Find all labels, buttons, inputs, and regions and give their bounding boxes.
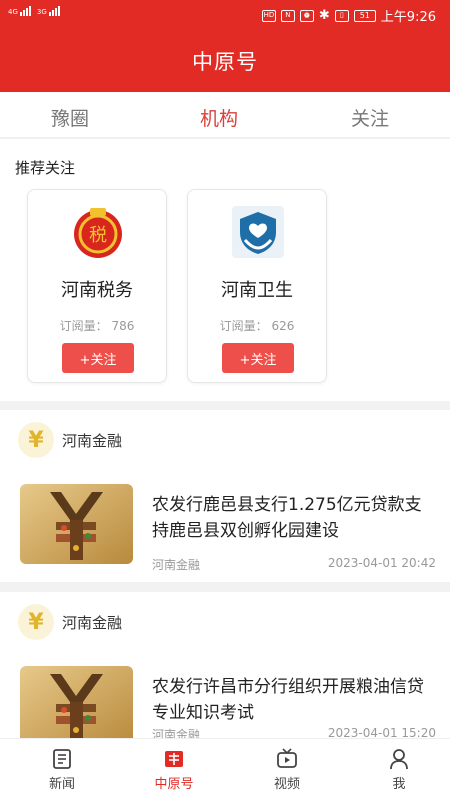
follow-button[interactable]: +关注 bbox=[222, 343, 294, 373]
subscriber-count: 订阅量： 786 bbox=[59, 319, 135, 333]
nav-label: 新闻 bbox=[48, 777, 75, 792]
signal-icon-1: 4G bbox=[8, 6, 31, 16]
news-thumbnail bbox=[20, 484, 133, 564]
status-icons: HD N ⏰ ✱ ▯ 51 上午9:26 bbox=[261, 6, 436, 25]
news-source-row[interactable]: ¥ 河南金融 bbox=[18, 604, 122, 640]
tv-icon bbox=[277, 748, 297, 768]
clock: 上午9:26 bbox=[380, 10, 436, 25]
source-avatar: ¥ bbox=[18, 422, 54, 458]
nav-label: 中原号 bbox=[154, 777, 194, 792]
news-meta-source: 河南金融 bbox=[152, 728, 201, 738]
news-headline[interactable]: 农发行许昌市分行组织开展粮油信贷专业知识考试 bbox=[152, 674, 437, 726]
news-icon bbox=[53, 749, 71, 769]
nav-label: 我 bbox=[392, 777, 406, 792]
nav-zhongyuanhao[interactable]: 中原号 bbox=[139, 747, 209, 792]
health-shield-icon bbox=[230, 204, 286, 260]
tab-jigou[interactable]: 机构 bbox=[200, 104, 238, 131]
recommend-section: 推荐关注 税 河南税务 订阅量： 786 +关注 河南卫生 订阅量： 626 +… bbox=[0, 139, 450, 401]
news-timestamp: 2023-04-01 20:42 bbox=[327, 556, 436, 570]
section-title: 推荐关注 bbox=[15, 159, 76, 177]
nfc-icon: N bbox=[280, 9, 295, 22]
news-source-row[interactable]: ¥ 河南金融 bbox=[18, 422, 122, 458]
nav-label: 视频 bbox=[273, 777, 300, 792]
news-item[interactable]: ¥ 河南金融 农发行许昌市分行组织开展粮油信贷专业知识考试 河南金融 2023-… bbox=[0, 592, 450, 738]
person-icon bbox=[390, 749, 408, 770]
news-thumbnail bbox=[20, 666, 133, 738]
bottom-nav: 新闻 中原号 视频 我 bbox=[0, 738, 450, 800]
account-name: 河南卫生 bbox=[221, 280, 293, 301]
zhongyuanhao-icon bbox=[165, 751, 183, 767]
alarm-icon: ⏰ bbox=[299, 9, 314, 22]
subscriber-count: 订阅量： 626 bbox=[219, 319, 295, 333]
source-avatar: ¥ bbox=[18, 604, 54, 640]
battery-icon: 51 bbox=[353, 9, 376, 22]
svg-text:税: 税 bbox=[89, 225, 107, 246]
news-meta-source: 河南金融 bbox=[152, 558, 201, 572]
recommend-card-health[interactable]: 河南卫生 订阅量： 626 +关注 bbox=[187, 189, 327, 383]
status-bar: 4G 3G HD N ⏰ ✱ ▯ 51 上午9:26 bbox=[0, 0, 450, 28]
bluetooth-icon: ✱ bbox=[318, 8, 330, 23]
news-headline[interactable]: 农发行鹿邑县支行1.275亿元贷款支持鹿邑县双创孵化园建设 bbox=[152, 492, 437, 544]
follow-button[interactable]: +关注 bbox=[62, 343, 134, 373]
signal-icon-2: 3G bbox=[37, 6, 60, 16]
nav-me[interactable]: 我 bbox=[364, 747, 434, 792]
recommend-card-tax[interactable]: 税 河南税务 订阅量： 786 +关注 bbox=[27, 189, 167, 383]
news-timestamp: 2023-04-01 15:20 bbox=[327, 726, 436, 738]
vibrate-icon: ▯ bbox=[334, 9, 349, 22]
source-name: 河南金融 bbox=[62, 613, 123, 632]
news-item[interactable]: ¥ 河南金融 农发行鹿邑县支行1.275亿元贷款支持鹿邑县双创孵化园建设 河南金… bbox=[0, 410, 450, 582]
app-header: 中原号 bbox=[0, 28, 450, 92]
hd-icon: HD bbox=[261, 9, 276, 22]
tab-bar: 豫圈 机构 关注 bbox=[0, 92, 450, 138]
signal-label-1: 4G bbox=[8, 8, 18, 16]
page-title: 中原号 bbox=[192, 50, 258, 74]
signal-label-2: 3G bbox=[36, 8, 47, 16]
tax-emblem-icon: 税 bbox=[70, 204, 126, 260]
account-name: 河南税务 bbox=[61, 280, 133, 301]
source-name: 河南金融 bbox=[62, 431, 123, 450]
nav-news[interactable]: 新闻 bbox=[27, 747, 97, 792]
tab-yuquan[interactable]: 豫圈 bbox=[51, 104, 89, 131]
signal-indicators: 4G 3G bbox=[8, 6, 60, 16]
nav-video[interactable]: 视频 bbox=[252, 747, 322, 792]
tab-guanzhu[interactable]: 关注 bbox=[351, 104, 389, 131]
